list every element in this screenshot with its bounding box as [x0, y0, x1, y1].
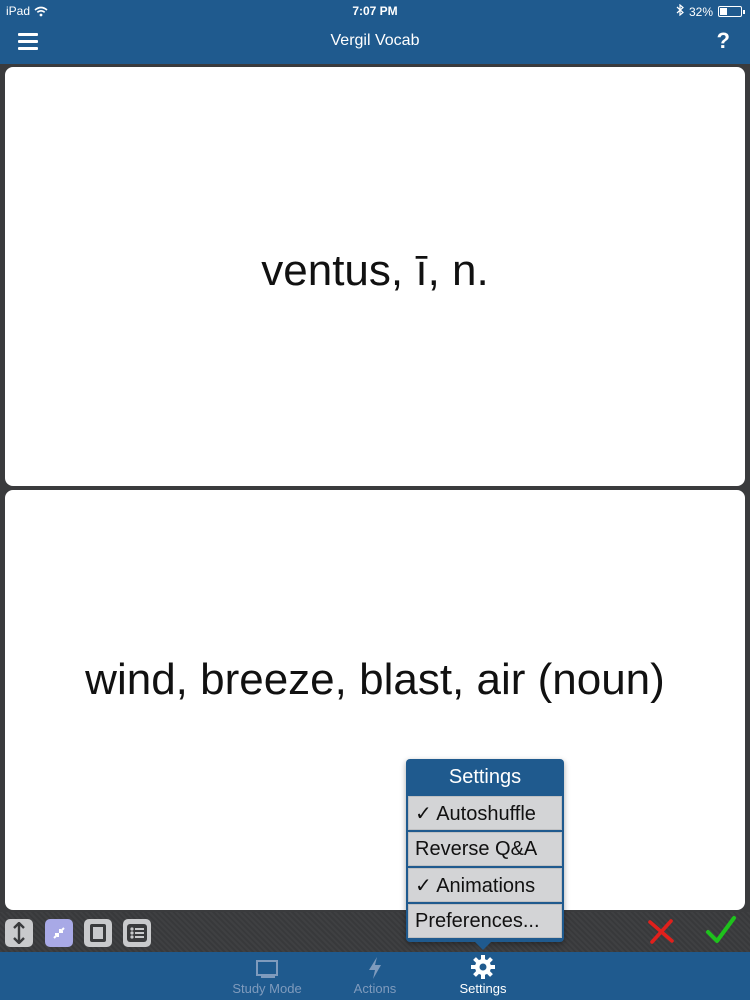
tab-label: Actions [353, 981, 397, 996]
collapse-icon[interactable] [45, 919, 73, 947]
red-x-icon[interactable] [646, 916, 676, 946]
battery-percent: 32% [688, 4, 713, 19]
help-button[interactable]: ? [717, 28, 730, 54]
status-bar: iPad 7:07 PM 32% [0, 0, 750, 22]
tab-settings[interactable]: Settings [438, 952, 528, 1000]
app-title: Vergil Vocab [330, 32, 420, 49]
preferences-option[interactable]: Preferences... [408, 904, 562, 938]
autoshuffle-option[interactable]: ✓ Autoshuffle [408, 796, 562, 830]
popover-title: Settings [448, 766, 522, 788]
card-front[interactable]: ventus, ī, n. [5, 67, 745, 486]
tab-label: Study Mode [232, 981, 302, 996]
battery-icon [718, 6, 745, 17]
card-front-text: ventus, ī, n. [261, 246, 489, 295]
list-icon[interactable] [123, 919, 151, 947]
animations-option[interactable]: ✓ Animations [408, 868, 562, 902]
gear-icon [438, 952, 528, 980]
top-bar: iPad 7:07 PM 32% Vergil Vocab ? [0, 0, 750, 64]
bluetooth-icon [676, 3, 684, 19]
card-toolbar [0, 912, 750, 952]
reverse-qa-option[interactable]: Reverse Q&A [408, 832, 562, 866]
tab-actions[interactable]: Actions [330, 952, 420, 1000]
settings-popover: Settings ✓ Autoshuffle Reverse Q&A ✓ Ani… [406, 759, 564, 942]
lightning-icon [330, 952, 420, 980]
popover-arrow [474, 941, 492, 950]
green-check-icon[interactable] [705, 914, 737, 946]
clock: 7:07 PM [352, 4, 398, 18]
card-back-text: wind, breeze, blast, air (noun) [85, 655, 665, 704]
study-mode-icon [222, 952, 312, 980]
single-card-icon[interactable] [84, 919, 112, 947]
resize-vertical-icon[interactable] [5, 919, 33, 947]
tab-study-mode[interactable]: Study Mode [222, 952, 312, 1000]
card-back[interactable]: wind, breeze, blast, air (noun) [5, 490, 745, 910]
tab-bar: Study Mode Actions Settings [0, 952, 750, 1000]
tab-label: Settings [459, 981, 507, 996]
